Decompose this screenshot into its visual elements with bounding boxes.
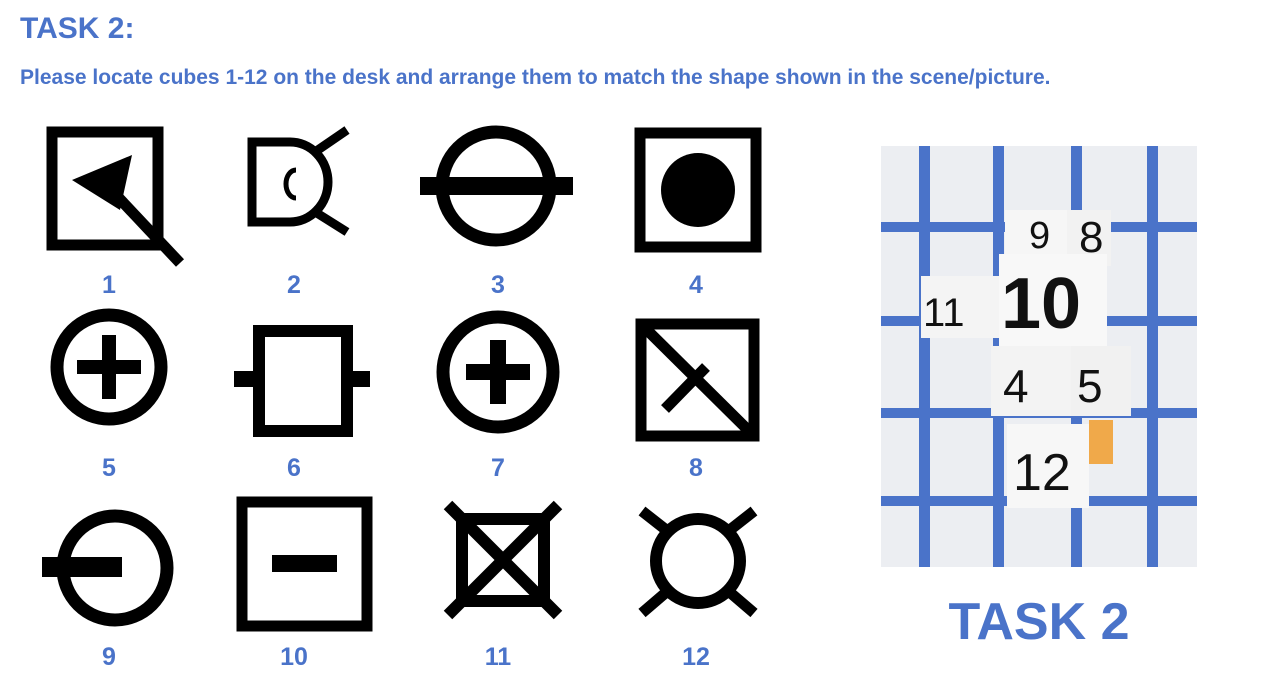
symbol-number-11: 11 <box>484 643 512 671</box>
symbol-number-2: 2 <box>287 271 301 299</box>
scene-cube-9: 9 <box>1029 215 1050 257</box>
symbol-number-9: 9 <box>102 643 116 671</box>
symbol-number-3: 3 <box>491 271 505 299</box>
symbol-number-4: 4 <box>689 271 703 299</box>
symbol-number-1: 1 <box>102 271 116 299</box>
symbol-number-6: 6 <box>287 454 301 482</box>
task-title: TASK 2: <box>20 12 135 45</box>
symbol-number-5: 5 <box>102 454 116 482</box>
scene-picture: 9 8 11 10 4 5 12 <box>881 146 1197 567</box>
scene-cube-4: 4 <box>1003 360 1029 412</box>
symbol-number-7: 7 <box>491 454 505 482</box>
scene-cube-8: 8 <box>1079 213 1103 262</box>
scene-cube-11: 11 <box>923 291 965 335</box>
scene-caption: TASK 2 <box>948 593 1130 651</box>
scene-cube-5: 5 <box>1077 360 1103 412</box>
symbol-number-8: 8 <box>689 454 703 482</box>
scene-cube-10: 10 <box>1001 264 1081 344</box>
symbol-number-12: 12 <box>682 643 710 671</box>
scene-photo: 9 8 11 10 4 5 12 <box>881 146 1197 567</box>
scene-cube-12: 12 <box>1013 444 1071 502</box>
symbol-number-10: 10 <box>280 643 308 671</box>
task-instruction: Please locate cubes 1-12 on the desk and… <box>20 66 1051 89</box>
